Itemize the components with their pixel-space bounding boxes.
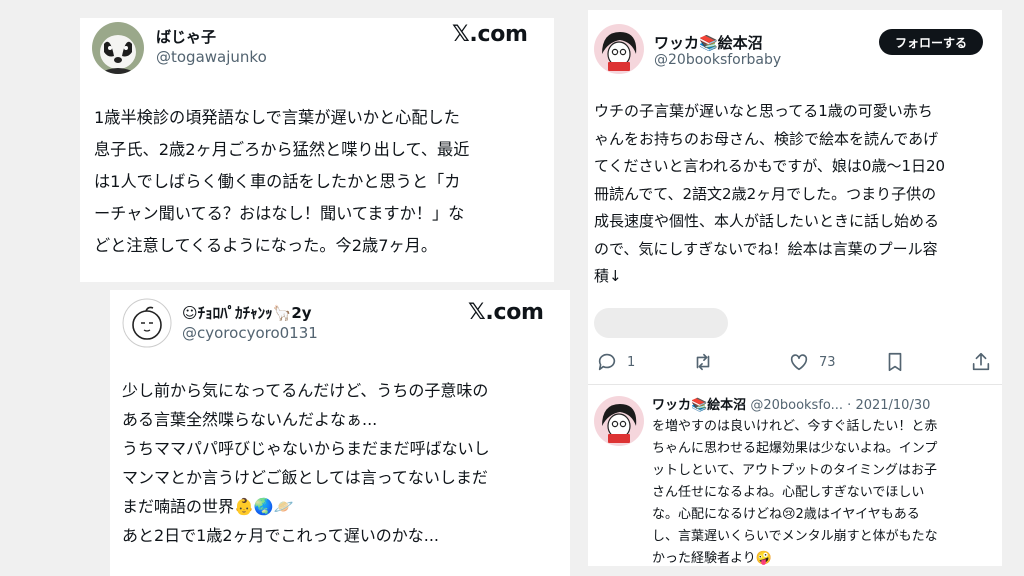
tweet-card-cyorocyoro0131: ☺ﾁｮﾛﾊﾟｶﾁｬﾝｯ🦙2y @cyorocyoro0131 𝕏.com 少し前…: [110, 290, 570, 576]
x-com-source-label: 𝕏.com: [468, 300, 544, 325]
display-name[interactable]: ばじゃ子: [156, 26, 216, 47]
reply-count: 1: [627, 354, 636, 370]
display-name[interactable]: ワッカ📚絵本沼: [652, 398, 746, 413]
share-action[interactable]: [970, 348, 992, 376]
reply-text: を増やすのは良いけれど、今すぐ話したい！と赤 ちゃんに思わせる起爆効果は少ないよ…: [652, 419, 938, 566]
reply-date[interactable]: 2021/10/30: [855, 398, 930, 413]
bookmark-action[interactable]: [884, 348, 906, 376]
display-name[interactable]: ワッカ📚絵本沼: [654, 32, 763, 53]
user-handle[interactable]: @20booksfo...: [750, 398, 843, 413]
user-handle[interactable]: @20booksforbaby: [654, 52, 781, 68]
round-face-avatar-icon[interactable]: [122, 298, 172, 348]
bookmark-icon: [888, 352, 902, 372]
share-icon: [972, 352, 990, 371]
divider: [588, 384, 1002, 385]
like-count: 73: [819, 354, 836, 370]
tweet-card-20booksforbaby: ワッカ📚絵本沼 @20booksforbaby フォローする ウチの子言葉が遅い…: [588, 10, 1002, 566]
display-name[interactable]: ☺ﾁｮﾛﾊﾟｶﾁｬﾝｯ🦙2y: [182, 302, 312, 323]
follow-button[interactable]: フォローする: [879, 29, 983, 55]
reply-header: ワッカ📚絵本沼 @20booksfo... · 2021/10/30: [652, 394, 997, 413]
user-handle[interactable]: @togawajunko: [156, 48, 267, 66]
tweet-text: 少し前から気になってるんだけど、うちの子意味の ある言葉全然喋らないんだよなぁ.…: [122, 381, 490, 545]
girl-avatar-icon[interactable]: [594, 24, 644, 74]
like-icon: [790, 354, 808, 371]
tweet-actions-bar: 1 73: [596, 348, 994, 376]
tweet-card-togawajunko: ばじゃ子 @togawajunko 𝕏.com 1歳半検診の頃発語なしで言葉が遅…: [80, 18, 554, 282]
tweet-text: ウチの子言葉が遅いなと思ってる1歳の可愛い赤ち ゃんをお持ちのお母さん、検診で絵…: [594, 102, 946, 285]
like-action[interactable]: 73: [788, 348, 836, 376]
badger-avatar-icon[interactable]: [92, 22, 144, 74]
repost-action[interactable]: [692, 348, 723, 376]
tweet-text: 1歳半検診の頃発語なしで言葉が遅いかと心配した 息子氏、2歳2ヶ月ごろから猛然と…: [94, 108, 470, 255]
reply-icon: [598, 353, 616, 371]
user-handle[interactable]: @cyorocyoro0131: [182, 324, 318, 342]
repost-icon: [696, 353, 710, 371]
reply-action[interactable]: 1: [596, 348, 635, 376]
separator-dot: ·: [843, 398, 856, 413]
girl-avatar-icon[interactable]: [594, 396, 644, 446]
x-com-source-label: 𝕏.com: [452, 22, 528, 47]
link-preview-placeholder[interactable]: [594, 308, 728, 338]
